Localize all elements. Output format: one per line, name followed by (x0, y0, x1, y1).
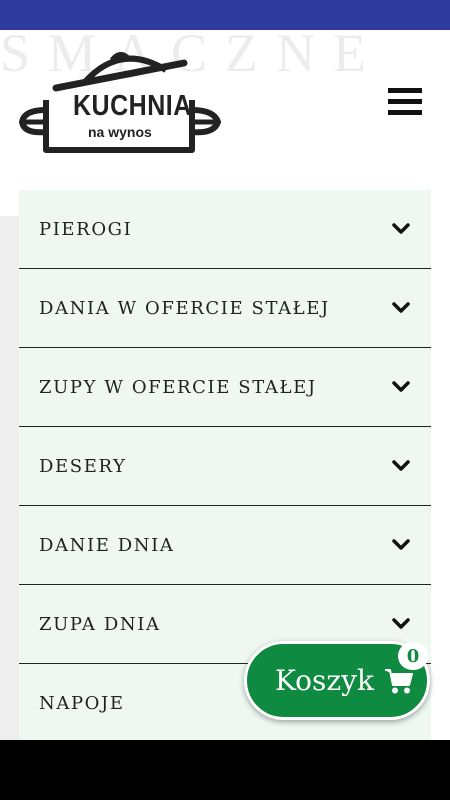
menu-item-label: DESERY (39, 455, 127, 477)
chevron-down-icon[interactable] (391, 219, 411, 239)
system-navigation-bar (0, 740, 450, 800)
menu-item-label: PIEROGI (39, 218, 133, 240)
menu-item-label: NAPOJE (39, 692, 125, 714)
logo[interactable]: KUCHNIA na wynos (16, 48, 226, 158)
cart-count-badge: 0 (398, 642, 428, 670)
chevron-down-icon[interactable] (391, 377, 411, 397)
header: KUCHNIA na wynos (0, 30, 450, 190)
hamburger-menu-button[interactable] (388, 88, 422, 118)
menu-item-danie-dnia[interactable]: DANIE DNIA (19, 506, 431, 585)
menu-item-desery[interactable]: DESERY (19, 427, 431, 506)
menu-item-pierogi[interactable]: PIEROGI (19, 190, 431, 269)
shopping-cart-icon (384, 667, 414, 695)
side-background (0, 216, 19, 740)
menu-item-label: ZUPY W OFERCIE STAŁEJ (39, 376, 317, 398)
menu-item-dania-stale[interactable]: DANIA W OFERCIE STAŁEJ (19, 269, 431, 348)
chevron-down-icon[interactable] (391, 614, 411, 634)
menu-item-label: ZUPA DNIA (39, 613, 161, 635)
chevron-down-icon[interactable] (391, 298, 411, 318)
menu-item-zupy-stale[interactable]: ZUPY W OFERCIE STAŁEJ (19, 348, 431, 427)
cart-label: Koszyk (275, 664, 374, 697)
logo-subtitle: na wynos (88, 124, 152, 140)
logo-title: KUCHNIA (73, 89, 192, 123)
chevron-down-icon[interactable] (391, 535, 411, 555)
chevron-down-icon[interactable] (391, 456, 411, 476)
hamburger-icon (388, 88, 422, 93)
menu-item-label: DANIE DNIA (39, 534, 175, 556)
menu-item-label: DANIA W OFERCIE STAŁEJ (39, 297, 330, 319)
